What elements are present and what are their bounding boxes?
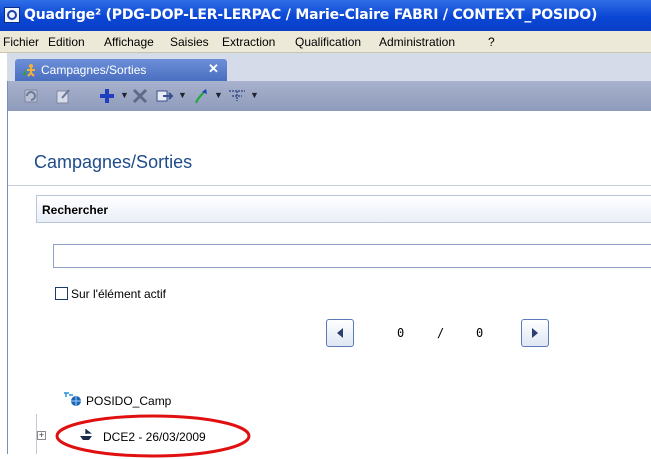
tab-strip: Campagnes/Sorties ✕ <box>7 53 651 81</box>
menu-saisies[interactable]: Saisies <box>170 35 209 49</box>
menu-affichage[interactable]: Affichage <box>104 35 154 49</box>
menu-bar: Fichier Edition Affichage Saisies Extrac… <box>0 31 651 53</box>
arrow-left-icon <box>337 328 343 338</box>
tree-root-item[interactable]: POSIDO_Camp <box>86 394 171 408</box>
refresh-icon[interactable] <box>22 87 40 105</box>
divider <box>8 185 651 186</box>
campaign-person-icon <box>22 64 35 77</box>
tab-campagnes-sorties[interactable]: Campagnes/Sorties ✕ <box>15 59 227 81</box>
result-current: 0 <box>397 326 405 340</box>
result-separator: / <box>437 326 445 340</box>
add-icon[interactable] <box>98 87 116 105</box>
arrow-right-icon <box>532 328 538 338</box>
search-section-title: Rechercher <box>42 203 109 217</box>
sort-icon[interactable] <box>192 87 210 105</box>
edit-icon[interactable] <box>54 87 72 105</box>
window-title: Quadrige² (PDG-DOP-LER-LERPAC / Marie-Cl… <box>24 7 598 23</box>
export-dropdown-chevron-down-icon[interactable]: ▼ <box>178 90 187 100</box>
filter-dropdown-chevron-down-icon[interactable]: ▼ <box>250 90 259 100</box>
result-total: 0 <box>476 326 484 340</box>
window-title-bar[interactable]: Quadrige² (PDG-DOP-LER-LERPAC / Marie-Cl… <box>0 0 651 31</box>
tree-expand-button[interactable]: + <box>37 431 46 440</box>
menu-qualification[interactable]: Qualification <box>295 35 361 49</box>
panel-left-border <box>7 81 8 454</box>
close-icon[interactable]: ✕ <box>208 61 219 77</box>
search-input[interactable] <box>53 244 651 268</box>
menu-extraction[interactable]: Extraction <box>222 35 275 49</box>
app-icon <box>4 7 20 23</box>
toolbar: ▼ ▼ ▼ ▼ <box>8 81 651 111</box>
menu-edition[interactable]: Edition <box>48 35 85 49</box>
menu-fichier[interactable]: Fichier <box>3 35 39 49</box>
previous-result-button[interactable] <box>326 319 354 347</box>
tree-filter-icon[interactable] <box>227 87 247 105</box>
menu-administration[interactable]: Administration <box>379 35 455 49</box>
campaign-root-globe-icon <box>64 392 81 406</box>
next-result-button[interactable] <box>521 319 549 347</box>
view-title: Campagnes/Sorties <box>34 152 193 172</box>
tab-label: Campagnes/Sorties <box>41 63 147 77</box>
sort-dropdown-chevron-down-icon[interactable]: ▼ <box>214 90 223 100</box>
delete-icon[interactable] <box>131 87 149 105</box>
menu-help[interactable]: ? <box>488 35 495 49</box>
active-element-checkbox-label: Sur l'élément actif <box>71 287 166 301</box>
search-section-header[interactable]: Rechercher <box>36 195 651 223</box>
add-dropdown-chevron-down-icon[interactable]: ▼ <box>120 90 129 100</box>
active-element-checkbox[interactable] <box>55 287 68 300</box>
highlight-circle <box>55 414 251 458</box>
export-icon[interactable] <box>155 87 175 105</box>
